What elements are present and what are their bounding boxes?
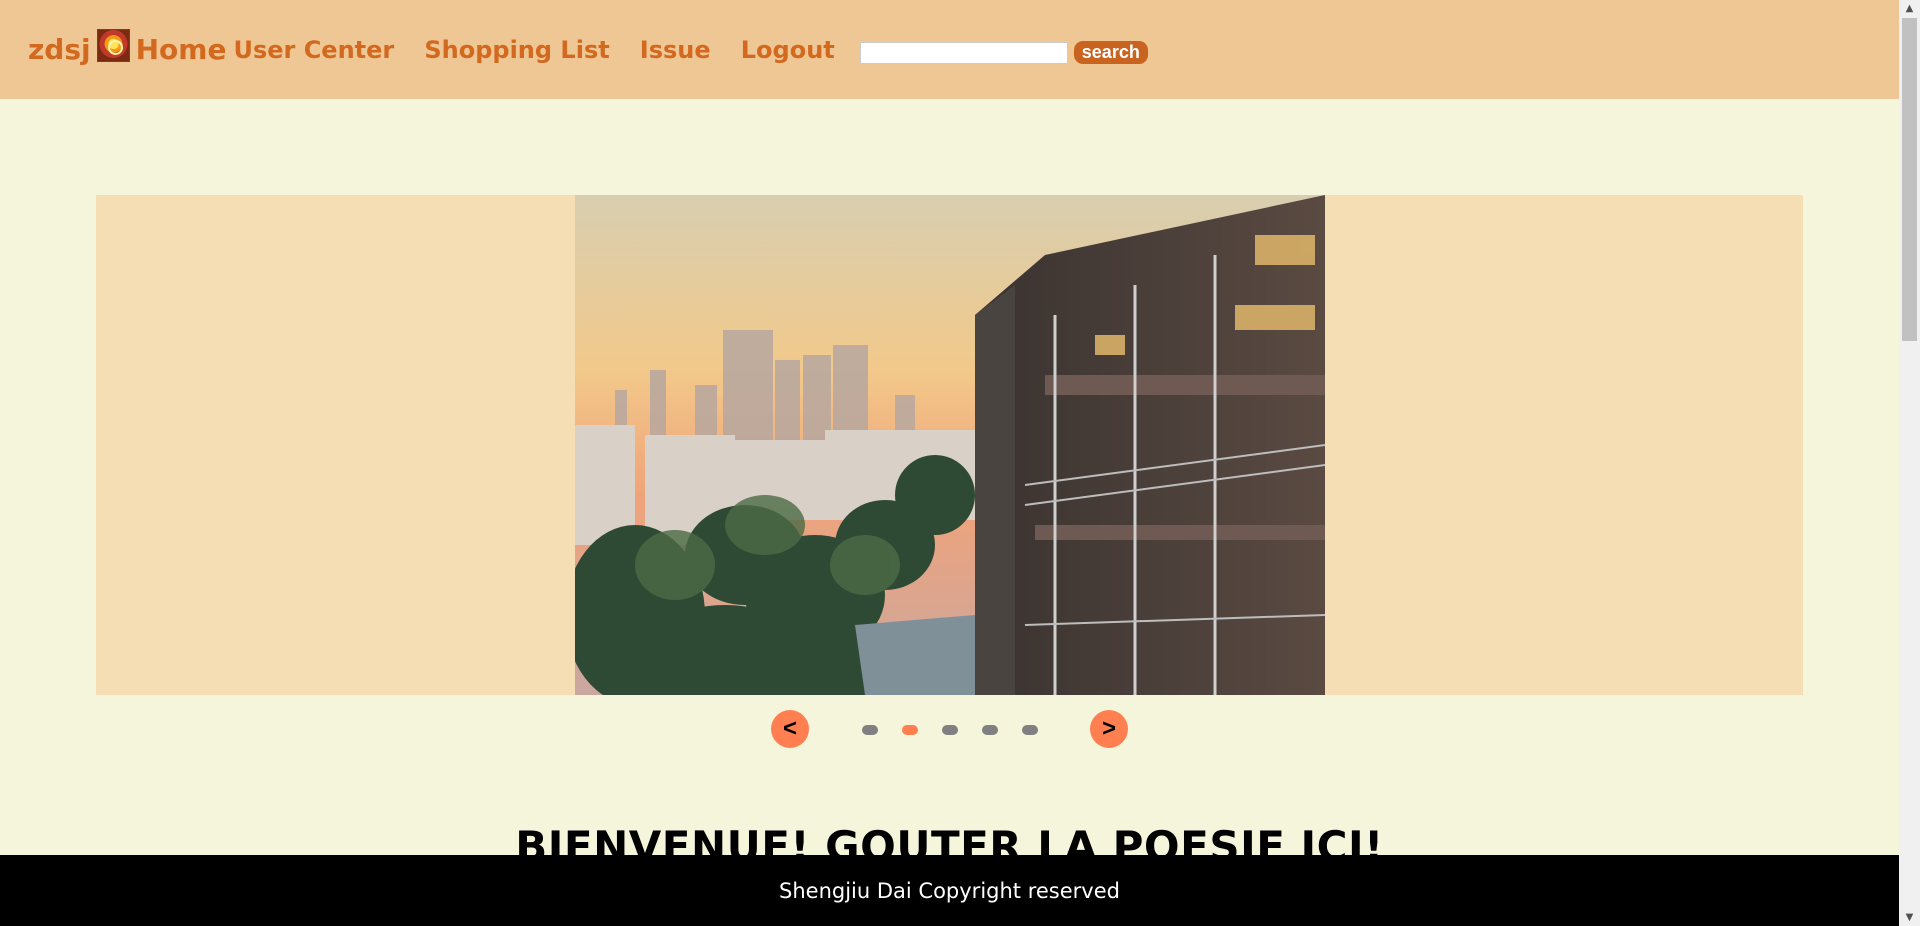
- scroll-down-arrow-icon[interactable]: ▼: [1899, 909, 1920, 926]
- search-input[interactable]: [859, 41, 1068, 64]
- nav-shopping-list[interactable]: Shopping List: [424, 36, 609, 64]
- carousel-next-button[interactable]: >: [1090, 710, 1128, 748]
- main-nav: User Center Shopping List Issue Logout: [226, 36, 834, 64]
- carousel-dot-3[interactable]: [942, 725, 958, 735]
- home-label: Home: [135, 33, 227, 66]
- carousel-dot-5[interactable]: [1022, 725, 1038, 735]
- carousel-slide-image: [575, 195, 1325, 695]
- image-carousel: [96, 195, 1803, 695]
- nav-logout[interactable]: Logout: [741, 36, 835, 64]
- nav-user-center[interactable]: User Center: [233, 36, 394, 64]
- brand-text: zdsj: [28, 33, 91, 66]
- nav-issue[interactable]: Issue: [640, 36, 711, 64]
- copyright-text: Shengjiu Dai Copyright reserved: [779, 878, 1120, 903]
- carousel-dot-4[interactable]: [982, 725, 998, 735]
- carousel-prev-button[interactable]: <: [771, 710, 809, 748]
- top-navigation-bar: zdsj Home User Center Shopping List Issu…: [0, 0, 1899, 99]
- vertical-scrollbar[interactable]: ▲ ▼: [1899, 0, 1920, 926]
- page-footer: Shengjiu Dai Copyright reserved: [0, 855, 1899, 926]
- search-button[interactable]: search: [1073, 41, 1148, 64]
- carousel-controls: < >: [771, 710, 1128, 748]
- carousel-dot-2[interactable]: [902, 725, 918, 735]
- site-logo-icon: [96, 29, 130, 62]
- home-link[interactable]: zdsj Home: [28, 29, 227, 66]
- scroll-up-arrow-icon[interactable]: ▲: [1899, 0, 1920, 17]
- scrollbar-thumb[interactable]: [1902, 18, 1917, 341]
- carousel-dot-1[interactable]: [862, 725, 878, 735]
